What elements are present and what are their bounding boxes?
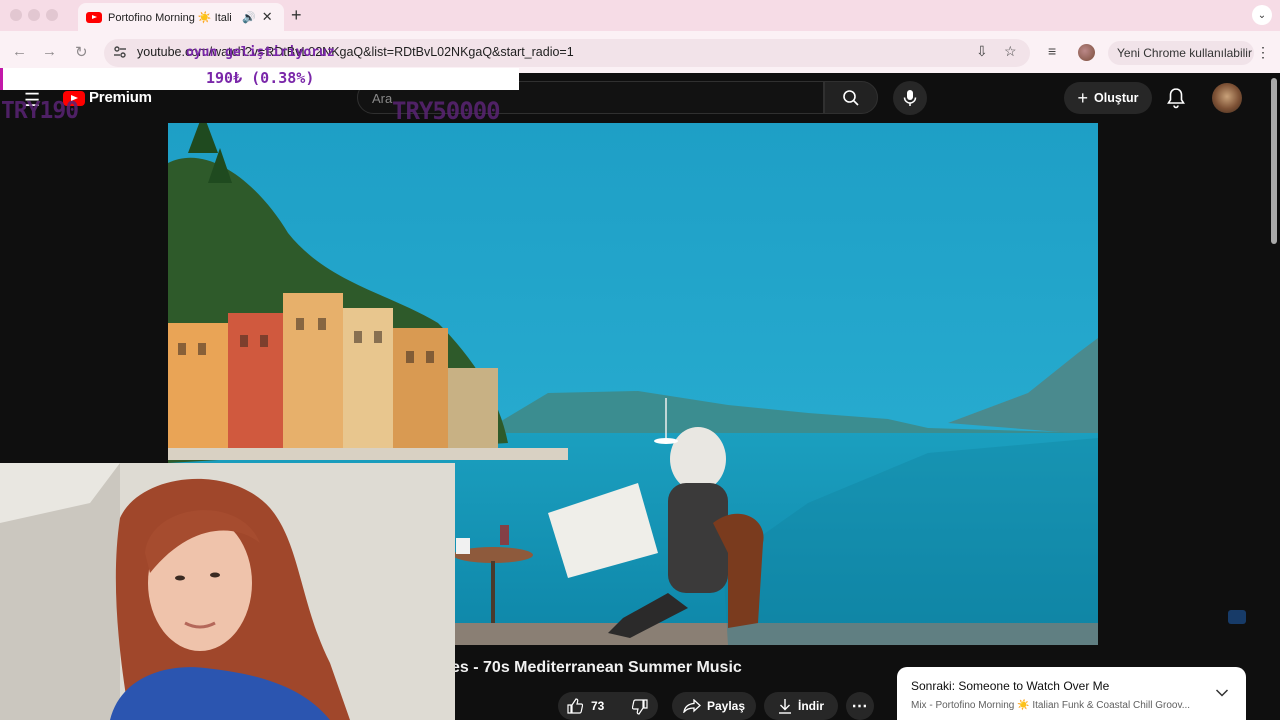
up-next-card[interactable] [897, 667, 1246, 720]
share-label: Paylaş [706, 699, 746, 713]
youtube-premium-label[interactable]: Premium [89, 89, 152, 106]
search-button[interactable] [824, 81, 878, 114]
create-button[interactable]: + Oluştur [1064, 82, 1152, 114]
search-placeholder: Ara [372, 91, 393, 106]
donation-progress-bar [0, 68, 3, 90]
donor-name: oyun geliştiriyoruz [186, 45, 335, 60]
voice-search-button[interactable] [893, 81, 927, 115]
chevron-down-icon[interactable] [1215, 688, 1229, 698]
webcam-feed-illustration [0, 463, 455, 720]
screen: Portofino Morning ☀️ Itali 🔊 ✕ + ⌄ ← → ↻… [0, 0, 1280, 720]
media-controls-icon[interactable]: ≡ [1048, 43, 1056, 59]
share-button[interactable]: Paylaş [672, 692, 756, 720]
close-tab-icon[interactable]: ✕ [262, 9, 273, 25]
up-next-prefix: Sonraki: [911, 679, 956, 693]
donation-amount: 190₺ (0.38%) [206, 69, 315, 87]
plus-icon: + [1077, 87, 1089, 108]
chrome-profile-avatar[interactable] [1078, 44, 1095, 61]
share-arrow-icon [683, 699, 701, 713]
install-app-icon[interactable]: ⇩ [976, 43, 988, 60]
tab-title: Portofino Morning ☀️ Itali [108, 11, 232, 24]
donation-goal-tag: TRY50000 [392, 97, 501, 125]
forward-arrow-icon[interactable]: → [42, 43, 57, 60]
youtube-favicon-icon [86, 11, 102, 23]
bookmark-star-icon[interactable]: ☆ [1004, 43, 1017, 60]
donation-current-tag: TRY190 [1, 98, 79, 124]
tab-search-chevron-icon[interactable]: ⌄ [1252, 5, 1272, 25]
up-next-title[interactable]: Someone to Watch Over Me [958, 679, 1109, 693]
player-watermark-icon [1228, 610, 1246, 624]
chrome-menu-icon[interactable]: ⋮ [1256, 44, 1270, 61]
minimize-window-dot[interactable] [28, 9, 40, 21]
thumbs-down-icon[interactable] [632, 699, 648, 715]
video-title: es - 70s Mediterranean Summer Music [451, 659, 742, 676]
download-icon [779, 699, 791, 714]
active-tab[interactable]: Portofino Morning ☀️ Itali 🔊 ✕ [78, 3, 284, 31]
like-count[interactable]: 73 [591, 699, 604, 713]
webcam-overlay [0, 463, 455, 720]
chrome-update-button[interactable]: Yeni Chrome kullanılabilir [1108, 41, 1254, 65]
search-icon [843, 89, 859, 106]
thumbs-up-icon[interactable] [567, 698, 583, 714]
notifications-bell-icon[interactable] [1166, 87, 1186, 109]
download-label: İndir [798, 699, 824, 713]
zoom-window-dot[interactable] [46, 9, 58, 21]
more-horizontal-icon: ⋯ [851, 698, 869, 715]
download-button[interactable]: İndir [764, 692, 838, 720]
scrollbar-thumb[interactable] [1271, 78, 1277, 244]
back-arrow-icon[interactable]: ← [12, 43, 27, 60]
up-next-mix[interactable]: Mix - Portofino Morning ☀️ Italian Funk … [911, 700, 1190, 711]
new-tab-icon[interactable]: + [291, 5, 302, 26]
create-label: Oluştur [1094, 91, 1139, 105]
account-avatar[interactable] [1212, 83, 1242, 113]
up-next-heading: Sonraki: Someone to Watch Over Me [911, 679, 1109, 693]
site-settings-icon[interactable] [113, 45, 127, 59]
speaker-icon[interactable]: 🔊 [242, 11, 256, 24]
more-actions-button[interactable]: ⋯ [846, 692, 874, 720]
reload-icon[interactable]: ↻ [75, 43, 88, 61]
close-window-dot[interactable] [10, 9, 22, 21]
chrome-tab-strip: Portofino Morning ☀️ Itali 🔊 ✕ + ⌄ [0, 0, 1280, 31]
microphone-icon [903, 90, 917, 106]
